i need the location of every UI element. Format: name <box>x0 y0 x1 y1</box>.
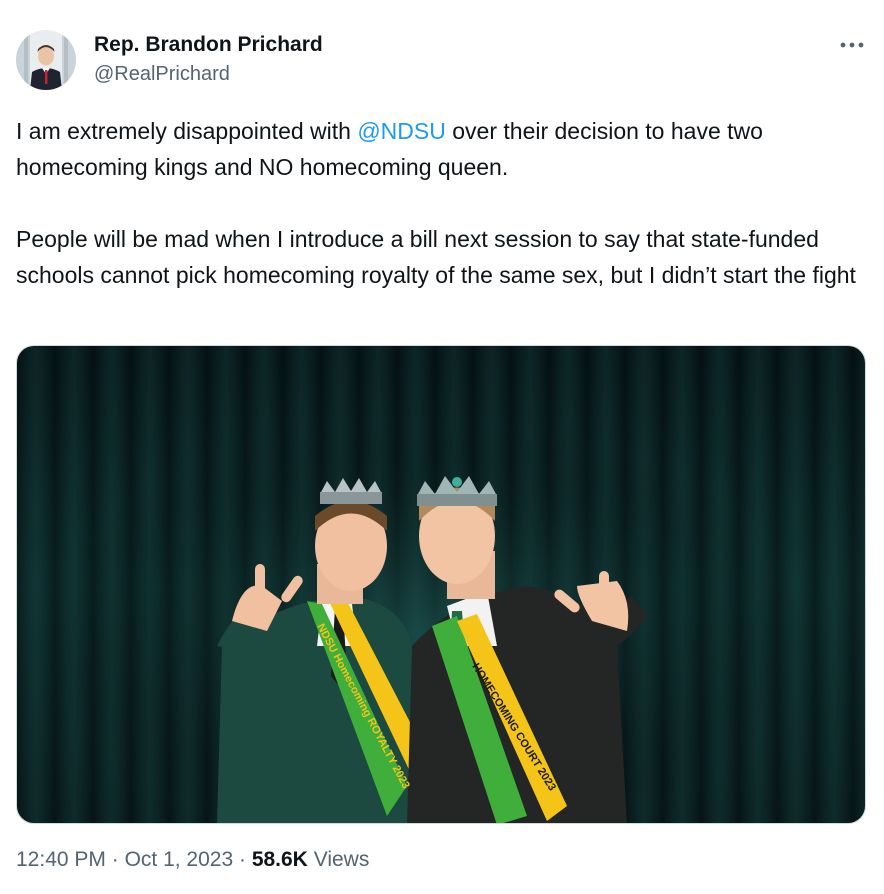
author-avatar[interactable] <box>16 30 76 90</box>
tweet-text: I am extremely disappointed with @NDSU o… <box>16 113 866 293</box>
author-handle[interactable]: @RealPrichard <box>94 63 230 86</box>
more-options-icon[interactable] <box>836 34 868 56</box>
tweet-photo[interactable]: NDSU Homecoming ROYALTY 2023 HOMECOMING … <box>16 345 866 824</box>
tweet-date: Oct 1, 2023 <box>124 848 234 871</box>
mention-link[interactable]: @NDSU <box>357 118 446 144</box>
author-name[interactable]: Rep. Brandon Prichard <box>94 33 323 57</box>
tweet-text-part: I am extremely disappointed with <box>16 118 358 144</box>
meta-separator: · <box>233 848 252 871</box>
tweet-meta: 12:40 PM · Oct 1, 2023 · 58.6K Views <box>16 848 369 872</box>
meta-separator: · <box>105 848 125 871</box>
views-label: Views <box>307 848 370 871</box>
timestamp-link[interactable]: 12:40 PM · Oct 1, 2023 <box>16 848 233 871</box>
tweet-time: 12:40 PM <box>16 848 106 871</box>
views-count: 58.6K <box>251 848 308 871</box>
